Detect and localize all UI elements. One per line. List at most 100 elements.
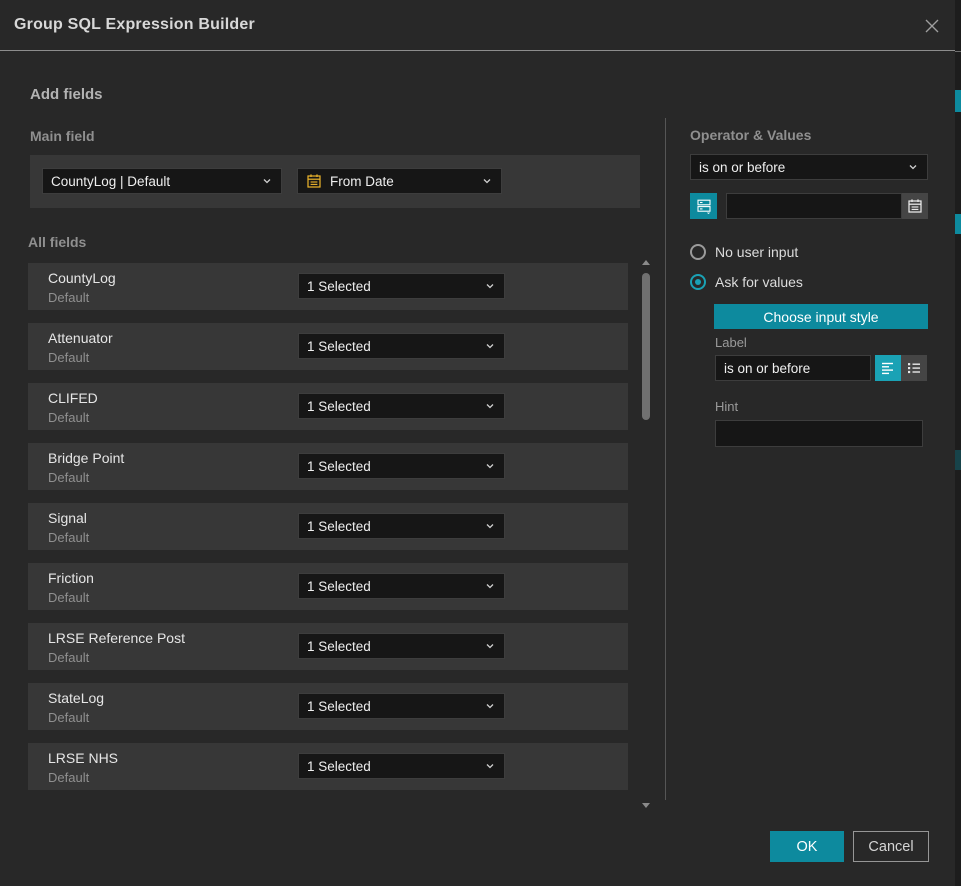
field-selection-dropdown-value: 1 Selected bbox=[307, 459, 478, 474]
scroll-down-arrow-icon[interactable] bbox=[642, 803, 650, 808]
field-selection-dropdown[interactable]: 1 Selected bbox=[298, 753, 505, 779]
field-selection-dropdown-value: 1 Selected bbox=[307, 759, 478, 774]
scrollbar-thumb[interactable] bbox=[642, 273, 650, 420]
chevron-down-icon bbox=[484, 400, 496, 412]
field-name: LRSE NHS bbox=[48, 750, 118, 766]
chevron-down-icon bbox=[484, 340, 496, 352]
field-subtitle: Default bbox=[48, 710, 89, 725]
field-name: CLIFED bbox=[48, 390, 98, 406]
value-input[interactable] bbox=[726, 193, 902, 219]
hint-field-label: Hint bbox=[715, 399, 738, 414]
field-row: Friction Default 1 Selected bbox=[28, 563, 628, 610]
chevron-down-icon bbox=[484, 760, 496, 772]
calendar-icon bbox=[306, 173, 322, 189]
all-fields-heading: All fields bbox=[28, 234, 86, 250]
group-sql-expression-builder-dialog: Group SQL Expression Builder Add fields … bbox=[0, 0, 955, 886]
scroll-up-arrow-icon[interactable] bbox=[642, 260, 650, 265]
field-selection-dropdown[interactable]: 1 Selected bbox=[298, 273, 505, 299]
bullet-list-icon bbox=[906, 360, 922, 376]
radio-label: Ask for values bbox=[715, 274, 803, 290]
field-selection-dropdown-value: 1 Selected bbox=[307, 339, 478, 354]
close-button[interactable] bbox=[921, 15, 943, 37]
main-field-dropdown[interactable]: From Date bbox=[297, 168, 502, 194]
set-from-field-button[interactable] bbox=[690, 193, 717, 219]
main-layer-dropdown-value: CountyLog | Default bbox=[51, 174, 255, 189]
chevron-down-icon bbox=[484, 700, 496, 712]
field-selection-dropdown[interactable]: 1 Selected bbox=[298, 453, 505, 479]
field-row: LRSE Reference Post Default 1 Selected bbox=[28, 623, 628, 670]
radio-circle-icon bbox=[690, 274, 706, 290]
field-subtitle: Default bbox=[48, 770, 89, 785]
field-selection-dropdown-value: 1 Selected bbox=[307, 579, 478, 594]
edge-accent-fragment bbox=[955, 450, 961, 470]
ok-button[interactable]: OK bbox=[770, 831, 844, 862]
edge-divider bbox=[955, 51, 961, 52]
field-subtitle: Default bbox=[48, 530, 89, 545]
field-subtitle: Default bbox=[48, 410, 89, 425]
close-icon bbox=[922, 16, 942, 36]
date-picker-button[interactable] bbox=[902, 193, 928, 219]
chevron-down-icon bbox=[484, 460, 496, 472]
field-name: Signal bbox=[48, 510, 87, 526]
radio-ask-for-values[interactable]: Ask for values bbox=[690, 274, 803, 290]
edge-accent-fragment bbox=[955, 214, 961, 234]
field-name: CountyLog bbox=[48, 270, 116, 286]
field-selection-dropdown[interactable]: 1 Selected bbox=[298, 513, 505, 539]
field-name: StateLog bbox=[48, 690, 104, 706]
label-input[interactable] bbox=[715, 355, 871, 381]
main-field-dropdown-value: From Date bbox=[330, 174, 475, 189]
field-selection-dropdown-value: 1 Selected bbox=[307, 699, 478, 714]
operator-dropdown[interactable]: is on or before bbox=[690, 154, 928, 180]
field-selection-dropdown-value: 1 Selected bbox=[307, 639, 478, 654]
field-row: CLIFED Default 1 Selected bbox=[28, 383, 628, 430]
dialog-titlebar: Group SQL Expression Builder bbox=[0, 0, 955, 51]
field-selection-dropdown[interactable]: 1 Selected bbox=[298, 633, 505, 659]
calendar-icon bbox=[907, 198, 923, 214]
field-selection-dropdown[interactable]: 1 Selected bbox=[298, 573, 505, 599]
field-selection-dropdown-value: 1 Selected bbox=[307, 399, 478, 414]
list-input-style-button[interactable] bbox=[901, 355, 927, 381]
field-subtitle: Default bbox=[48, 590, 89, 605]
choose-input-style-button[interactable]: Choose input style bbox=[714, 304, 928, 329]
field-row: StateLog Default 1 Selected bbox=[28, 683, 628, 730]
main-field-panel: CountyLog | Default From Date bbox=[30, 155, 640, 208]
chevron-down-icon bbox=[481, 175, 493, 187]
field-name: LRSE Reference Post bbox=[48, 630, 185, 646]
field-name: Friction bbox=[48, 570, 94, 586]
field-row: Attenuator Default 1 Selected bbox=[28, 323, 628, 370]
single-input-style-button[interactable] bbox=[875, 355, 901, 381]
field-selection-dropdown[interactable]: 1 Selected bbox=[298, 333, 505, 359]
field-selection-dropdown-value: 1 Selected bbox=[307, 279, 478, 294]
list-scrollbar bbox=[641, 258, 651, 810]
field-name: Bridge Point bbox=[48, 450, 124, 466]
field-row: Signal Default 1 Selected bbox=[28, 503, 628, 550]
radio-no-user-input[interactable]: No user input bbox=[690, 244, 798, 260]
all-fields-list: CountyLog Default 1 Selected Attenuator … bbox=[28, 263, 628, 803]
field-subtitle: Default bbox=[48, 350, 89, 365]
field-subtitle: Default bbox=[48, 290, 89, 305]
underlying-app-edge bbox=[955, 0, 961, 886]
operator-values-heading: Operator & Values bbox=[690, 127, 811, 143]
field-stack-icon bbox=[696, 198, 712, 215]
label-field-label: Label bbox=[715, 335, 747, 350]
chevron-down-icon bbox=[484, 640, 496, 652]
main-layer-dropdown[interactable]: CountyLog | Default bbox=[42, 168, 282, 194]
field-selection-dropdown-value: 1 Selected bbox=[307, 519, 478, 534]
radio-label: No user input bbox=[715, 244, 798, 260]
main-field-heading: Main field bbox=[30, 128, 95, 144]
field-selection-dropdown[interactable]: 1 Selected bbox=[298, 393, 505, 419]
chevron-down-icon bbox=[907, 161, 919, 173]
chevron-down-icon bbox=[484, 520, 496, 532]
align-left-icon bbox=[880, 360, 896, 376]
chevron-down-icon bbox=[484, 280, 496, 292]
hint-input[interactable] bbox=[715, 420, 923, 447]
field-row: CountyLog Default 1 Selected bbox=[28, 263, 628, 310]
dialog-title: Group SQL Expression Builder bbox=[14, 16, 255, 34]
field-row: LRSE NHS Default 1 Selected bbox=[28, 743, 628, 790]
field-selection-dropdown[interactable]: 1 Selected bbox=[298, 693, 505, 719]
operator-dropdown-value: is on or before bbox=[699, 160, 901, 175]
chevron-down-icon bbox=[484, 580, 496, 592]
field-name: Attenuator bbox=[48, 330, 113, 346]
cancel-button[interactable]: Cancel bbox=[853, 831, 929, 862]
edge-accent-fragment bbox=[955, 90, 961, 112]
